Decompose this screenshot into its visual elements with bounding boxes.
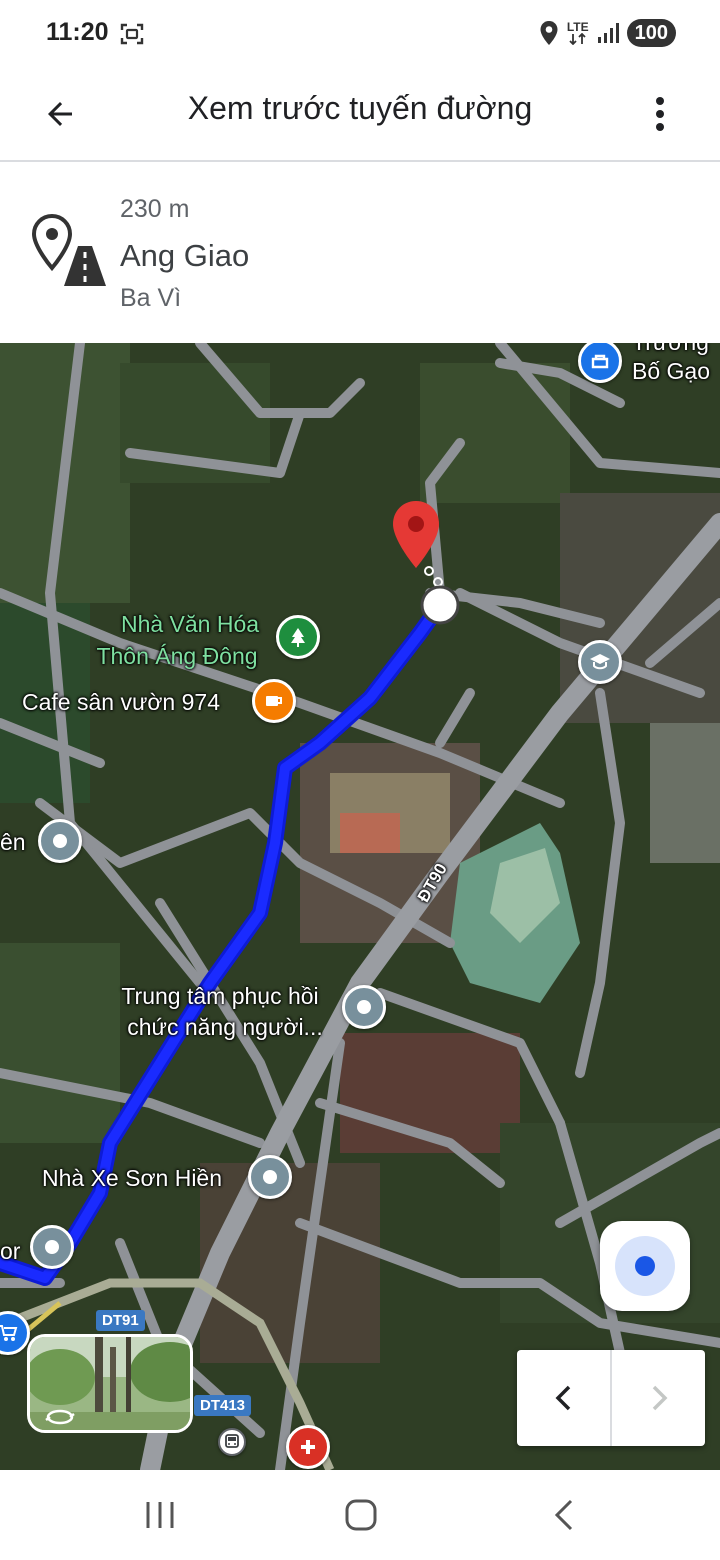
previous-step-button[interactable] [517,1350,610,1446]
map-label-or: or [0,1238,21,1264]
cafe-poi-icon[interactable] [252,679,296,723]
place-poi-nha-xe[interactable] [248,1155,292,1199]
pharmacy-poi-icon[interactable] [286,1425,330,1469]
lte-label: LTE [566,19,589,34]
step-area-name: Ba Vì [120,284,182,312]
system-back-button[interactable] [534,1490,594,1540]
page-title: Xem trước tuyến đường [187,90,533,126]
recent-apps-icon [146,1502,174,1528]
more-vert-icon [656,97,664,131]
map-label-bo-gao: Bố Gạo [632,358,710,384]
status-time: 11:20 [46,18,109,46]
map-view[interactable]: Trường Bố Gạo Nhà Văn Hóa Thôn Áng Đông … [0,343,720,1470]
education-poi-icon[interactable] [578,640,622,684]
signal-icon [597,22,619,44]
back-icon [554,1499,573,1531]
step-navigation [517,1350,705,1446]
map-label-nha-van-hoa: Nhà Văn Hóa [120,611,260,637]
map-label-truong: Trường [632,343,709,356]
battery-icon: 100 [626,19,676,47]
status-bar: 11:20 LTE 100 [0,0,720,66]
recent-apps-button[interactable] [130,1490,190,1540]
home-button[interactable] [331,1490,391,1540]
chevron-left-icon [555,1385,570,1411]
map-label-thon-ang-dong: Thôn Áng Đông [96,643,258,669]
place-poi-trung-tam[interactable] [342,985,386,1029]
road-shield-dt91: DT91 [96,1310,145,1331]
park-poi-icon[interactable] [276,615,320,659]
my-location-button[interactable] [600,1221,690,1311]
place-poi-left[interactable] [38,819,82,863]
bus-stop-poi-icon[interactable] [218,1428,246,1456]
location-icon [539,20,559,46]
destination-road-icon [30,212,110,292]
road-shield-dt413: DT413 [194,1395,252,1416]
map-label-en: ên [0,829,26,855]
map-label-nha-xe: Nhà Xe Sơn Hiền [42,1165,223,1191]
map-label-trung-tam-2: chức năng người... [127,1014,323,1040]
place-poi-or[interactable] [30,1225,74,1269]
route-start-marker [420,585,460,625]
next-step-button[interactable] [610,1350,705,1446]
home-icon [345,1499,377,1531]
route-step-card: 230 m Ang Giao Ba Vì [0,162,720,343]
step-distance: 230 m [120,195,190,223]
screen-capture-icon [120,22,144,46]
map-label-trung-tam-1: Trung tâm phục hồi [121,983,319,1009]
more-options-button[interactable] [638,86,682,142]
street-view-thumbnail[interactable] [27,1334,193,1433]
lte-icon: LTE [566,19,589,45]
my-location-icon [615,1236,675,1296]
system-nav-bar [0,1470,720,1560]
map-label-cafe: Cafe sân vườn 974 [22,689,220,715]
step-road-name: Ang Giao [120,238,250,273]
chevron-right-icon [652,1385,667,1411]
app-bar: Xem trước tuyến đường [0,66,720,162]
